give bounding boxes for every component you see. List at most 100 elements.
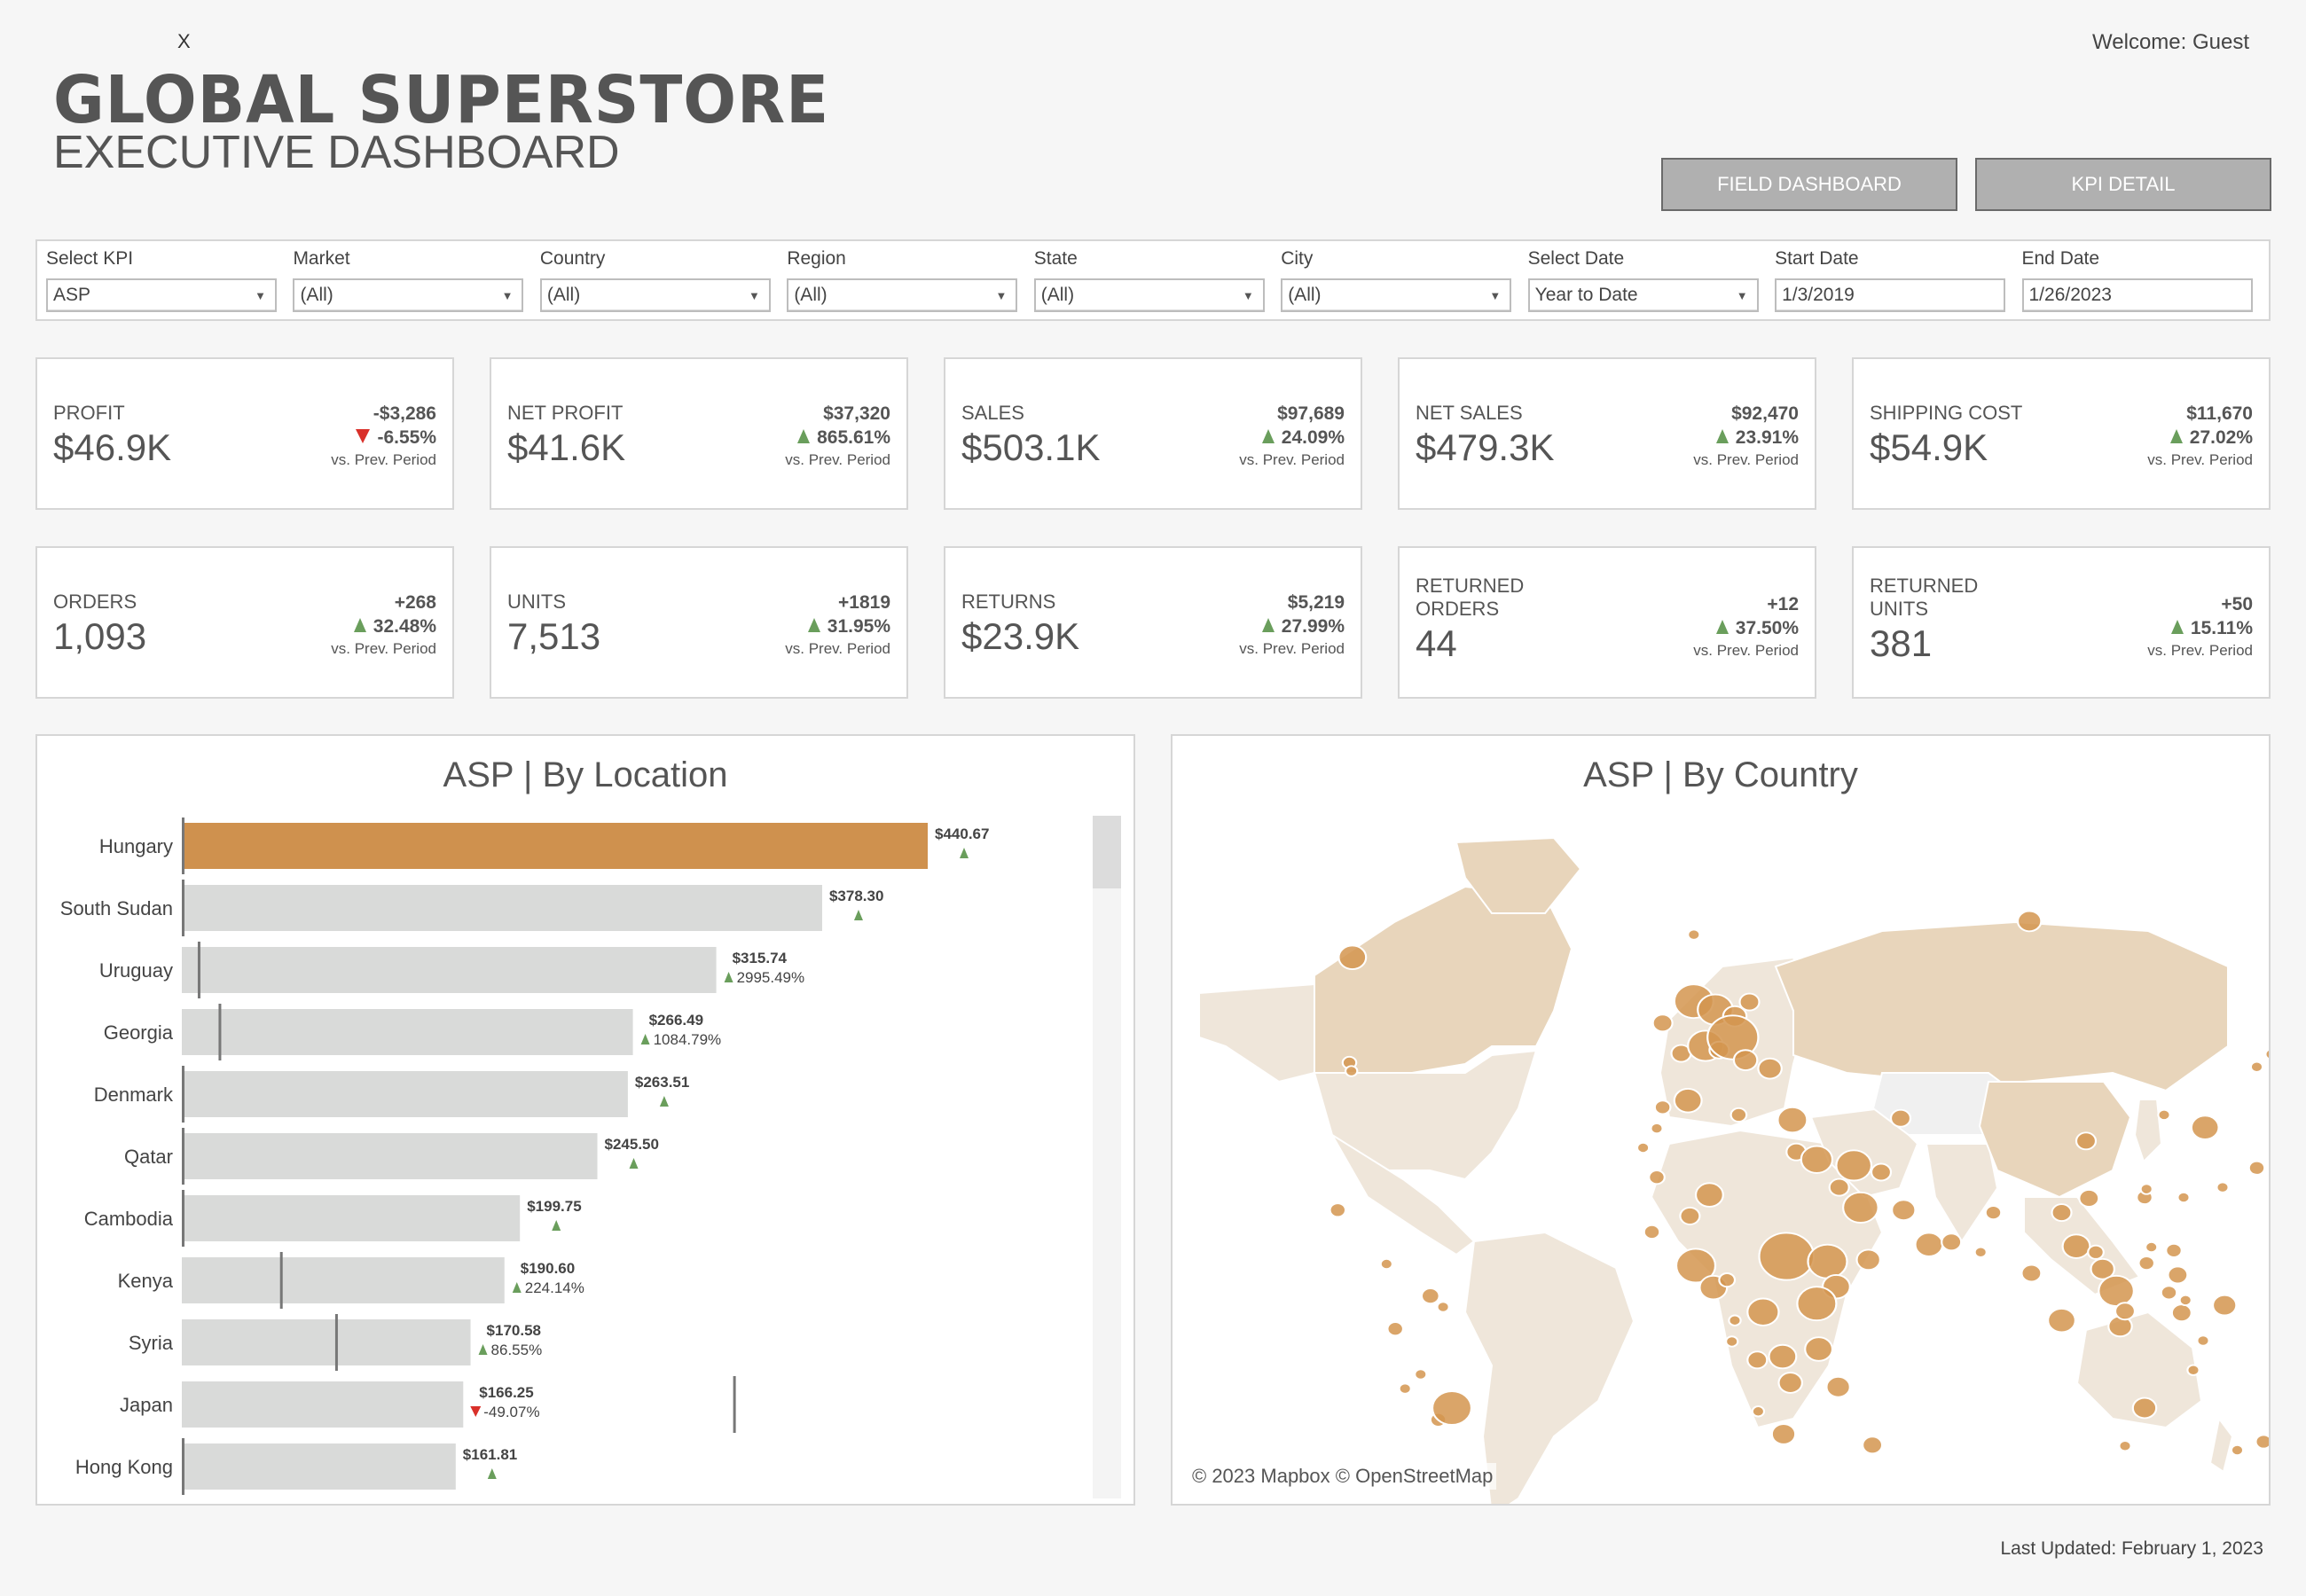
bar[interactable] [182,1133,598,1179]
country-bubble[interactable] [2249,1060,2264,1073]
country-bubble[interactable] [2211,1294,2238,1317]
bar-row[interactable]: Japan $166.25 -49.07% [120,1376,736,1433]
select-date-dropdown[interactable]: Year to Date ▼ [1527,278,1759,312]
country-bubble[interactable] [2047,1307,2077,1334]
country-bubble[interactable] [2157,1108,2171,1122]
bar[interactable] [182,947,717,993]
kpi-card-units[interactable]: UNITS 7,513 +1819 31.95% vs. Prev. Period [490,546,908,699]
select-kpi-dropdown[interactable]: ASP ▼ [46,278,277,312]
country-shape-china[interactable] [1978,1081,2132,1199]
country-bubble[interactable] [1889,1108,1912,1128]
country-bubble[interactable] [1414,1368,1428,1381]
bar-row[interactable]: Uruguay $315.74 2995.49% [99,942,804,998]
country-bubble[interactable] [1730,1107,1748,1123]
kpi-card-returns[interactable]: RETURNS $23.9K $5,219 27.99% vs. Prev. Perio… [944,546,1362,699]
field-dashboard-button[interactable]: FIELD DASHBOARD [1661,158,1957,211]
bar[interactable] [182,1443,456,1490]
country-bubble[interactable] [1751,1405,1766,1418]
country-bubble[interactable] [2196,1334,2210,1347]
chevron-down-icon[interactable]: ▼ [1737,289,1748,302]
country-bubble[interactable] [1804,1336,1834,1362]
country-dropdown[interactable]: (All) ▼ [539,278,771,312]
country-bubble[interactable] [2114,1302,2137,1321]
bar-row[interactable]: Hong Kong $161.81 [75,1438,517,1495]
country-bubble[interactable] [1777,1106,1808,1134]
bar-row[interactable]: Georgia $266.49 1084.79% [104,1004,721,1060]
country-bubble[interactable] [2186,1364,2200,1376]
bar[interactable] [182,1195,521,1241]
country-bubble[interactable] [2190,1115,2220,1140]
country-bubble[interactable] [1732,1049,1759,1072]
chart-scrollbar[interactable] [1093,816,1121,1498]
country-bubble[interactable] [1828,1177,1850,1197]
chevron-down-icon[interactable]: ▼ [502,289,514,302]
country-bubble[interactable] [2145,1240,2159,1254]
country-bubble[interactable] [2016,910,2043,933]
kpi-card-profit[interactable]: PROFIT $46.9K -$3,286 -6.55% vs. Prev. Perio… [35,357,454,510]
country-bubble[interactable] [1870,1162,1893,1182]
country-bubble[interactable] [1914,1232,1944,1257]
country-bubble[interactable] [2131,1396,2158,1420]
country-bubble[interactable] [2078,1189,2100,1208]
country-bubble[interactable] [1807,1243,1848,1279]
region-dropdown[interactable]: (All) ▼ [787,278,1018,312]
bar[interactable] [182,1381,464,1428]
kpi-card-returned-units[interactable]: RETURNED UNITS 381 +50 15.11% vs. Prev. Perio… [1852,546,2271,699]
bar-row[interactable]: Hungary $440.67 [99,818,990,874]
state-dropdown[interactable]: (All) ▼ [1033,278,1265,312]
country-bubble[interactable] [2137,1256,2156,1271]
kpi-detail-button[interactable]: KPI DETAIL [1975,158,2271,211]
country-bubble[interactable] [1694,1182,1724,1208]
country-bubble[interactable] [2178,1294,2192,1307]
bar-row[interactable]: Syria $170.58 86.55% [129,1314,542,1371]
country-bubble[interactable] [1746,1297,1780,1326]
country-bubble[interactable] [1728,1314,1742,1326]
map-attribution[interactable]: © 2023 Mapbox © OpenStreetMap [1188,1463,1497,1490]
country-bubble[interactable] [1651,1013,1674,1033]
country-bubble[interactable] [1842,1191,1879,1224]
country-bubble[interactable] [2098,1274,2136,1308]
country-bubble[interactable] [1825,1375,1851,1398]
country-shape-new-zealand[interactable] [2208,1416,2234,1474]
country-bubble[interactable] [1758,1232,1816,1281]
country-bubble[interactable] [2165,1242,2183,1258]
country-bubble[interactable] [2139,1183,2153,1195]
country-bubble[interactable] [2160,1285,2178,1301]
country-bubble[interactable] [1973,1246,1988,1258]
country-bubble[interactable] [2051,1203,2073,1223]
country-bubble[interactable] [2061,1233,2091,1259]
country-bubble[interactable] [1650,1122,1664,1135]
country-bubble[interactable] [2167,1265,2189,1285]
country-bubble[interactable] [1635,1141,1651,1154]
country-bubble[interactable] [2264,1048,2269,1060]
country-bubble[interactable] [1746,1350,1769,1370]
country-bubble[interactable] [2075,1131,2098,1151]
kpi-card-returned-orders[interactable]: RETURNED ORDERS 44 +12 37.50% vs. Prev. Perio… [1398,546,1816,699]
country-shape-india[interactable] [1925,1143,1999,1243]
country-bubble[interactable] [1679,1206,1701,1225]
country-bubble[interactable] [1345,1065,1359,1077]
kpi-card-net-profit[interactable]: NET PROFIT $41.6K $37,320 865.61% vs. Prev. … [490,357,908,510]
bar[interactable] [182,1257,505,1303]
country-bubble[interactable] [2020,1264,2043,1283]
country-bubble[interactable] [1768,1343,1798,1370]
chevron-down-icon[interactable]: ▼ [255,289,266,302]
kpi-card-net-sales[interactable]: NET SALES $479.3K $92,470 23.91% vs. Prev. P… [1398,357,1816,510]
country-bubble[interactable] [1800,1145,1834,1174]
country-bubble[interactable] [1738,992,1761,1012]
country-bubble[interactable] [1855,1248,1882,1271]
country-bubble[interactable] [2118,1440,2132,1452]
country-bubble[interactable] [1891,1199,1917,1222]
world-map[interactable] [1173,736,2269,1504]
country-bubble[interactable] [1420,1287,1440,1305]
country-shape-alaska[interactable] [1198,982,1315,1084]
country-shape-russia[interactable] [1774,920,2229,1092]
country-bubble[interactable] [1862,1436,1884,1455]
start-date-input[interactable]: 1/3/2019 [1775,278,2006,312]
close-button[interactable]: X [177,30,191,53]
country-bubble[interactable] [2170,1303,2192,1323]
bar-row[interactable]: South Sudan $378.30 [60,880,884,936]
bar-row[interactable]: Cambodia $199.75 [84,1190,582,1247]
bar-row[interactable]: Kenya $190.60 224.14% [118,1252,584,1309]
bar-row[interactable]: Qatar $245.50 [124,1128,659,1185]
